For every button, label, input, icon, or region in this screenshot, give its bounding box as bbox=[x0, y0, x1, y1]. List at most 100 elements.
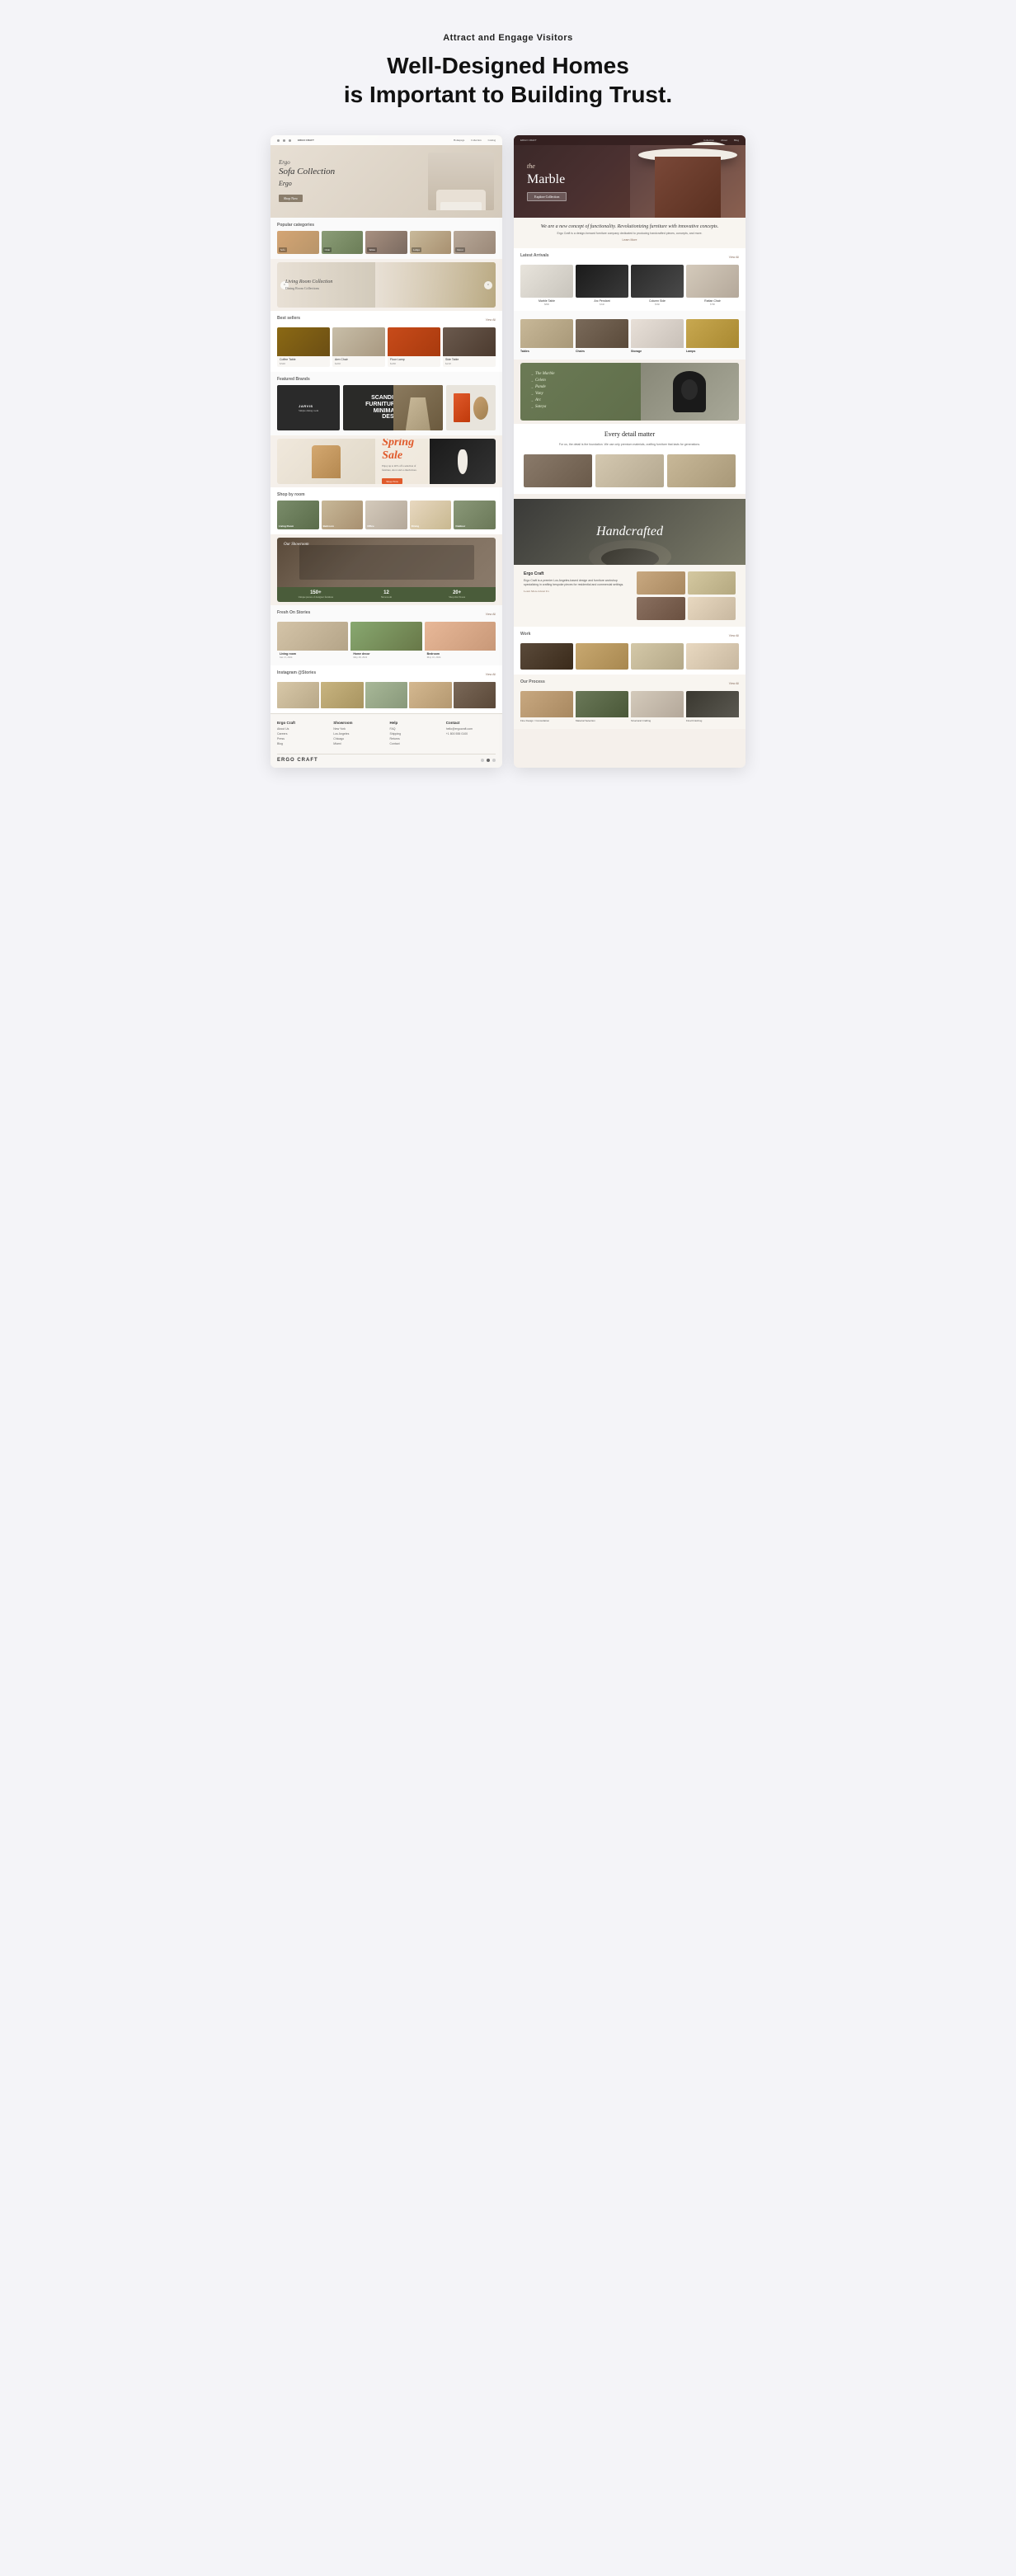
stories-view-all[interactable]: View All bbox=[486, 613, 496, 616]
product-card-table[interactable]: Coffee Table $320 bbox=[277, 327, 330, 367]
footer-link[interactable]: Returns bbox=[390, 737, 440, 740]
product-card-chair[interactable]: Arm Chair $450 bbox=[332, 327, 385, 367]
brand-card-scandi[interactable]: SCANDINAVIANFURNITURE WITH AMINIMALISTIC… bbox=[343, 385, 443, 430]
vase-shape bbox=[458, 449, 468, 474]
detail-image-2 bbox=[595, 454, 664, 487]
nav-catalog[interactable]: Catalog bbox=[488, 139, 496, 142]
coll-vany[interactable]: Vany bbox=[530, 392, 554, 396]
marble-the: the bbox=[527, 162, 535, 170]
story-date-1: Jun 13, 2024 bbox=[280, 656, 346, 659]
coll-sateya[interactable]: Sateya bbox=[530, 405, 554, 409]
page-dot-3[interactable] bbox=[492, 759, 496, 762]
footer-link[interactable]: New York bbox=[333, 727, 383, 731]
footer-link[interactable]: Press bbox=[277, 737, 327, 740]
bestsellers-view-all[interactable]: View All bbox=[486, 318, 496, 322]
category-table[interactable]: Tables bbox=[365, 231, 407, 254]
instagram-section: Instagram @Stories View All bbox=[270, 665, 502, 713]
bestsellers-header: Best sellers View All bbox=[277, 316, 496, 324]
insta-item-3[interactable] bbox=[365, 682, 407, 708]
coll-arc[interactable]: Arc bbox=[530, 398, 554, 402]
insta-item-4[interactable] bbox=[409, 682, 451, 708]
product-info: Arm Chair $450 bbox=[332, 356, 385, 367]
about-link[interactable]: Learn More About Us bbox=[524, 590, 632, 593]
arrival-item-4[interactable]: Rattan Chair $780 bbox=[686, 265, 739, 306]
category-decor[interactable]: Decor bbox=[454, 231, 496, 254]
coll-celem[interactable]: Celem bbox=[530, 378, 554, 383]
room-banner: ‹ Living Room Collection Dining Room Col… bbox=[277, 262, 496, 308]
cat-right-storage[interactable]: Storage bbox=[631, 319, 684, 355]
concept-link[interactable]: Learn More bbox=[524, 238, 736, 242]
process-label-4: Final Finishing bbox=[686, 717, 739, 724]
footer-phone[interactable]: +1 800 555 0100 bbox=[446, 732, 496, 736]
arrival-item-1[interactable]: Marble Table $890 bbox=[520, 265, 573, 306]
footer-link[interactable]: Blog bbox=[277, 742, 327, 745]
story-info-2: Home decor May 28, 2024 bbox=[350, 651, 421, 660]
category-sofa[interactable]: Sofa bbox=[277, 231, 319, 254]
stat-label-3: Shop Our Stores bbox=[425, 595, 489, 599]
story-image-3 bbox=[425, 622, 496, 651]
cat-right-chairs[interactable]: Chairs bbox=[576, 319, 628, 355]
footer-link[interactable]: Careers bbox=[277, 732, 327, 736]
arrival-item-3[interactable]: Column Side $560 bbox=[631, 265, 684, 306]
footer-email[interactable]: hello@ergocraft.com bbox=[446, 727, 496, 731]
footer-link[interactable]: About Us bbox=[277, 727, 327, 731]
hero-cta-button[interactable]: Shop Now bbox=[279, 195, 303, 202]
product-info: Floor Lamp $180 bbox=[388, 356, 440, 367]
work-view-all[interactable]: View All bbox=[729, 634, 739, 637]
footer-col-title-2: Showroom bbox=[333, 721, 383, 725]
coll-marble[interactable]: The Marble bbox=[530, 372, 554, 376]
category-lamp[interactable]: Lamps bbox=[410, 231, 452, 254]
story-card-3[interactable]: Bedroom May 10, 2024 bbox=[425, 622, 496, 660]
room-bedroom[interactable]: Bedroom bbox=[322, 501, 364, 529]
work-item-1[interactable] bbox=[520, 643, 573, 670]
work-item-4[interactable] bbox=[686, 643, 739, 670]
instagram-grid bbox=[277, 682, 496, 708]
cat-right-tables[interactable]: Tables bbox=[520, 319, 573, 355]
page-dot-1[interactable] bbox=[481, 759, 484, 762]
story-card-1[interactable]: Living room Jun 13, 2024 bbox=[277, 622, 348, 660]
cat-image-tables bbox=[520, 319, 573, 348]
work-item-3[interactable] bbox=[631, 643, 684, 670]
nav-collection[interactable]: Collection bbox=[471, 139, 482, 142]
insta-item-2[interactable] bbox=[321, 682, 363, 708]
page-dot-2[interactable] bbox=[487, 759, 490, 762]
handcrafted-inner-bowl bbox=[601, 548, 659, 565]
story-card-2[interactable]: Home decor May 28, 2024 bbox=[350, 622, 421, 660]
marble-nav-about[interactable]: About bbox=[721, 139, 727, 142]
product-card-lamp[interactable]: Floor Lamp $180 bbox=[388, 327, 440, 367]
footer-link[interactable]: Shipping bbox=[390, 732, 440, 736]
footer-link[interactable]: Contact bbox=[390, 742, 440, 745]
product-card-side[interactable]: Side Table $210 bbox=[443, 327, 496, 367]
nav-home[interactable]: Homepage bbox=[454, 139, 464, 142]
brand-card-jarvis[interactable]: JARVIS Simple dining room bbox=[277, 385, 340, 430]
banner-next-button[interactable]: › bbox=[484, 281, 492, 289]
insta-item-5[interactable] bbox=[454, 682, 496, 708]
marble-cta-button[interactable]: Explore Collection bbox=[527, 192, 567, 201]
cat-right-lamps[interactable]: Lamps bbox=[686, 319, 739, 355]
brand-name-jarvis: JARVIS bbox=[299, 404, 318, 408]
room-outdoor[interactable]: Outdoor bbox=[454, 501, 496, 529]
story-info-3: Bedroom May 10, 2024 bbox=[425, 651, 496, 660]
work-item-2[interactable] bbox=[576, 643, 628, 670]
category-chair[interactable]: Chair bbox=[322, 231, 364, 254]
footer-link[interactable]: Chicago bbox=[333, 737, 383, 740]
sale-cta-button[interactable]: Shop Now bbox=[382, 478, 402, 484]
marble-nav-blog[interactable]: Blog bbox=[734, 139, 739, 142]
coll-pande[interactable]: Pande bbox=[530, 385, 554, 389]
brand-card-jasmine[interactable] bbox=[446, 385, 496, 430]
insta-item-1[interactable] bbox=[277, 682, 319, 708]
arrival-item-2[interactable]: Arc Pendant $340 bbox=[576, 265, 628, 306]
arrival-image-2 bbox=[576, 265, 628, 298]
footer-link[interactable]: FAQ bbox=[390, 727, 440, 731]
room-dining[interactable]: Dining bbox=[410, 501, 452, 529]
arrivals-view-all[interactable]: View All bbox=[729, 256, 739, 259]
footer-link[interactable]: Miami bbox=[333, 742, 383, 745]
instagram-view-all[interactable]: View All bbox=[486, 673, 496, 676]
footer-link[interactable]: Los Angeles bbox=[333, 732, 383, 736]
room-living[interactable]: Living Room bbox=[277, 501, 319, 529]
process-view-all[interactable]: View All bbox=[729, 682, 739, 685]
shop-room-label: Shop by room bbox=[277, 492, 496, 497]
process-image-4 bbox=[686, 691, 739, 717]
room-office[interactable]: Office bbox=[365, 501, 407, 529]
stories-section: Fresh On Stories View All Living room Ju… bbox=[270, 605, 502, 665]
